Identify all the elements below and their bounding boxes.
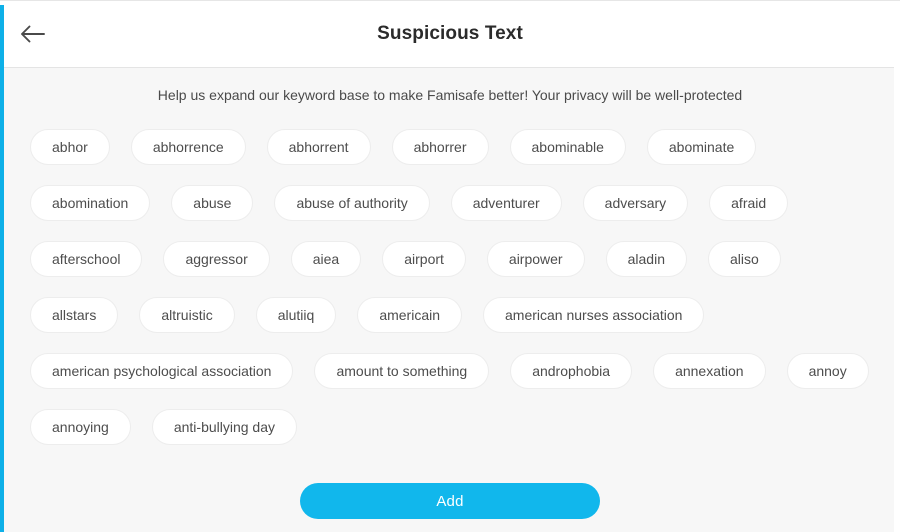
subtitle-text: Help us expand our keyword base to make …: [157, 87, 743, 103]
keyword-chip[interactable]: american nurses association: [483, 297, 705, 333]
app-header: Suspicious Text: [0, 0, 900, 68]
content-area: Help us expand our keyword base to make …: [0, 68, 900, 532]
keyword-chip[interactable]: afraid: [709, 185, 789, 221]
left-accent-bar: [0, 5, 4, 532]
keyword-chip[interactable]: abominate: [646, 129, 757, 165]
keyword-chip[interactable]: abominable: [509, 129, 626, 165]
keyword-chip[interactable]: abhorrent: [266, 129, 371, 165]
keyword-chip[interactable]: abuse of authority: [274, 185, 430, 221]
keyword-chip[interactable]: annexation: [653, 353, 766, 389]
keyword-chip[interactable]: alutiiq: [255, 297, 337, 333]
keyword-chip[interactable]: abuse: [171, 185, 254, 221]
keyword-chip[interactable]: anti-bullying day: [151, 409, 297, 445]
keyword-chip[interactable]: allstars: [30, 297, 119, 333]
keyword-chip[interactable]: airport: [382, 241, 466, 277]
back-arrow-glyph: [21, 25, 45, 42]
keyword-chip[interactable]: adventurer: [450, 185, 562, 221]
right-gutter: [894, 1, 900, 532]
keyword-chip[interactable]: annoy: [786, 353, 869, 389]
keyword-chip[interactable]: americain: [357, 297, 463, 333]
keyword-chip[interactable]: androphobia: [510, 353, 633, 389]
keyword-chip[interactable]: abhorrence: [130, 129, 246, 165]
keyword-chip[interactable]: aggressor: [163, 241, 270, 277]
keyword-chip[interactable]: annoying: [30, 409, 131, 445]
footer-bar: Add: [0, 470, 900, 532]
keyword-chip[interactable]: afterschool: [30, 241, 143, 277]
keyword-chip[interactable]: airpower: [486, 241, 585, 277]
keyword-chip[interactable]: adversary: [582, 185, 689, 221]
keyword-chip[interactable]: abhor: [30, 129, 110, 165]
window-top-divider: [0, 0, 900, 1]
add-button[interactable]: Add: [300, 483, 600, 519]
keyword-chip-list: abhor abhorrence abhorrent abhorrer abominab…: [0, 104, 900, 445]
keyword-chip[interactable]: aliso: [707, 241, 781, 277]
page-title: Suspicious Text: [377, 22, 523, 44]
keyword-chip[interactable]: altruistic: [139, 297, 235, 333]
suspicious-text-screen: Suspicious Text Help us expand our keywo…: [0, 0, 900, 532]
keyword-chip[interactable]: amount to something: [314, 353, 490, 389]
keyword-chip[interactable]: american psychological association: [30, 353, 294, 389]
keyword-chip[interactable]: aiea: [290, 241, 362, 277]
keyword-chip[interactable]: abhorrer: [391, 129, 489, 165]
keyword-chip[interactable]: aladin: [605, 241, 687, 277]
keyword-chip[interactable]: abomination: [30, 185, 151, 221]
back-arrow-icon[interactable]: [16, 17, 50, 51]
